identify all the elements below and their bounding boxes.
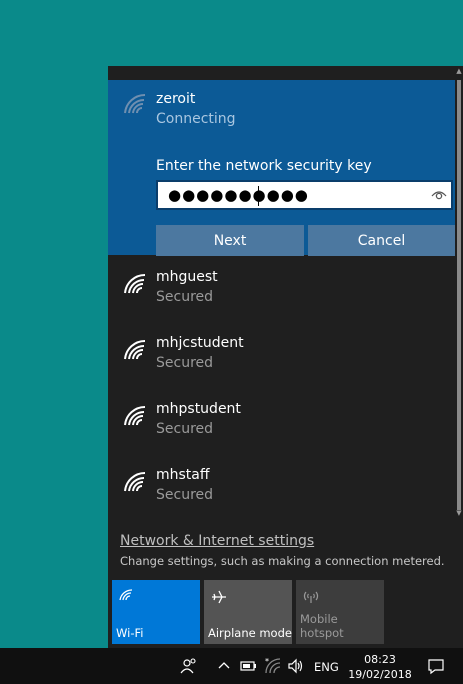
clock-date: 19/02/2018 — [348, 668, 412, 681]
next-button[interactable]: Next — [156, 225, 304, 256]
network-list-item[interactable]: mhstaff Secured — [108, 460, 455, 526]
wifi-tray-icon[interactable]: * — [264, 657, 282, 675]
scrollbar[interactable]: ▲ ▼ — [455, 66, 463, 648]
network-status: Secured — [156, 289, 214, 305]
tile-label: Airplane mode — [208, 626, 292, 640]
network-name: zeroit — [156, 91, 196, 107]
network-flyout: zeroit Connecting Enter the network secu… — [108, 66, 463, 648]
network-list-item[interactable]: mhguest Secured — [108, 262, 455, 328]
volume-icon[interactable] — [287, 657, 305, 675]
mobile-hotspot-tile: Mobile hotspot — [296, 580, 384, 644]
scroll-up-icon[interactable]: ▲ — [455, 66, 463, 76]
security-key-input[interactable]: ●●●●●●●●●● — [156, 180, 453, 210]
input-language-indicator[interactable]: ENG — [314, 660, 339, 674]
network-status: Secured — [156, 421, 214, 437]
text-caret — [258, 186, 259, 206]
wifi-signal-icon — [124, 471, 146, 492]
network-list-item[interactable]: mhjcstudent Secured — [108, 328, 455, 394]
scroll-down-icon[interactable]: ▼ — [455, 508, 463, 518]
svg-text:*: * — [265, 657, 269, 666]
network-settings-description: Change settings, such as making a connec… — [120, 554, 445, 568]
network-name: mhpstudent — [156, 401, 241, 417]
network-name: mhstaff — [156, 467, 210, 483]
airplane-icon — [212, 590, 226, 604]
tile-label: Mobile hotspot — [300, 612, 344, 640]
network-status: Secured — [156, 487, 214, 503]
reveal-password-eye-icon[interactable] — [431, 189, 447, 201]
network-status: Secured — [156, 355, 214, 371]
connecting-network-panel: zeroit Connecting Enter the network secu… — [108, 80, 455, 256]
battery-charging-icon[interactable] — [240, 660, 258, 672]
flyout-top-strip — [108, 66, 455, 80]
network-name: mhguest — [156, 269, 218, 285]
wifi-signal-icon — [124, 339, 146, 360]
airplane-mode-tile[interactable]: Airplane mode — [204, 580, 292, 644]
action-center-notification-icon[interactable] — [427, 657, 445, 675]
scrollbar-thumb[interactable] — [457, 80, 461, 510]
taskbar-clock[interactable]: 08:23 19/02/2018 — [348, 652, 412, 682]
cancel-button[interactable]: Cancel — [308, 225, 455, 256]
wifi-icon — [119, 589, 133, 601]
people-icon[interactable] — [180, 657, 198, 675]
network-settings-link[interactable]: Network & Internet settings — [120, 533, 314, 549]
network-list-item[interactable]: mhpstudent Secured — [108, 394, 455, 460]
network-name: mhjcstudent — [156, 335, 244, 351]
masked-key-value: ●●●●●●●●●● — [168, 186, 309, 204]
wifi-signal-icon — [124, 273, 146, 294]
wifi-toggle-tile[interactable]: Wi-Fi — [112, 580, 200, 644]
show-hidden-icons-chevron-up-icon[interactable] — [218, 661, 230, 669]
security-key-label: Enter the network security key — [156, 158, 372, 174]
hotspot-icon — [303, 591, 319, 603]
tile-label: Wi-Fi — [116, 626, 144, 640]
network-status: Connecting — [156, 111, 236, 127]
wifi-signal-icon — [124, 405, 146, 426]
taskbar: * ENG 08:23 19/02/2018 — [0, 648, 463, 684]
clock-time: 08:23 — [364, 653, 396, 666]
wifi-signal-icon — [124, 93, 146, 114]
